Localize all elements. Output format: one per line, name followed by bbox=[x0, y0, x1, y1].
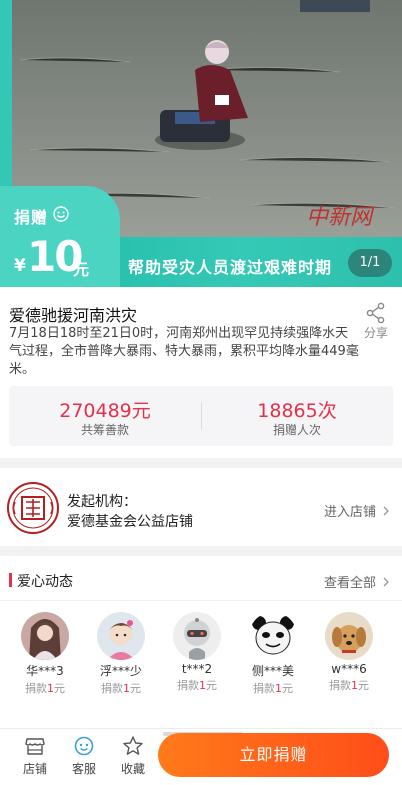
customer-service-icon bbox=[74, 736, 94, 756]
donor-amount: 捐款1元 bbox=[253, 682, 293, 695]
organizer-name: 爱德基金会公益店铺 bbox=[67, 514, 193, 530]
donors-label: 捐赠人次 bbox=[272, 423, 321, 437]
raised-label: 共筹善款 bbox=[80, 423, 129, 437]
donor-item[interactable]: 侧***美 捐款1元 bbox=[243, 612, 303, 696]
hero-banner[interactable]: 中新网 捐赠 ¥ 10 元 帮助受灾人员渡过艰难时期 1/1 bbox=[0, 0, 402, 287]
chevron-right-icon bbox=[383, 506, 390, 516]
share-label: 分享 bbox=[363, 326, 388, 340]
tab-shop[interactable]: 店铺 bbox=[15, 735, 55, 777]
donors-value: 18865次 bbox=[257, 400, 337, 422]
enter-shop-link[interactable]: 进入店铺 bbox=[324, 501, 390, 520]
smile-icon bbox=[53, 206, 69, 222]
donate-now-button[interactable]: 立即捐赠 bbox=[158, 733, 389, 777]
donor-name: w***6 bbox=[331, 662, 367, 676]
section-gap bbox=[0, 458, 402, 468]
donor-name: 浮***少 bbox=[99, 664, 142, 678]
tab-favorite[interactable]: 收藏 bbox=[113, 735, 153, 777]
amount-currency: ¥ bbox=[14, 256, 26, 276]
donor-item[interactable]: t***2 捐款1元 bbox=[167, 612, 227, 693]
hero-slogan: 帮助受灾人员渡过艰难时期 bbox=[128, 258, 333, 277]
chevron-right-icon bbox=[383, 577, 390, 587]
shop-label: 店铺 bbox=[22, 762, 47, 776]
donor-name: 侧***美 bbox=[251, 664, 294, 678]
star-icon bbox=[123, 736, 143, 755]
enter-shop-label: 进入店铺 bbox=[324, 505, 377, 520]
share-button[interactable]: 分享 bbox=[358, 302, 394, 342]
page-indicator: 1/1 bbox=[348, 249, 392, 277]
watermark-logo: 中新网 bbox=[306, 205, 375, 230]
raised-value: 270489元 bbox=[59, 400, 151, 422]
amount-unit: 元 bbox=[73, 260, 90, 279]
project-description: 7月18日18时至21日0时，河南郑州出现罕见持续强降水天气过程，全市普降大暴雨… bbox=[9, 326, 359, 377]
favorite-label: 收藏 bbox=[120, 762, 145, 776]
view-all-link[interactable]: 查看全部 bbox=[324, 572, 390, 591]
project-title: 爱德驰援河南洪灾 bbox=[9, 306, 138, 325]
avatar bbox=[325, 612, 373, 660]
raised-stat: 270489元 共筹善款 bbox=[9, 386, 201, 446]
svg-text:中新网: 中新网 bbox=[306, 205, 375, 230]
donor-amount: 捐款1元 bbox=[25, 682, 65, 695]
organizer-label: 发起机构： bbox=[67, 494, 137, 510]
tab-service[interactable]: 客服 bbox=[64, 735, 104, 777]
amity-seal-icon bbox=[7, 482, 59, 534]
feed-title: 爱心动态 bbox=[17, 574, 73, 590]
avatar bbox=[97, 612, 145, 660]
share-icon bbox=[366, 302, 385, 324]
service-label: 客服 bbox=[71, 762, 96, 776]
view-all-label: 查看全部 bbox=[324, 576, 377, 591]
donate-label: 捐赠 bbox=[14, 208, 49, 227]
donor-item[interactable]: w***6 捐款1元 bbox=[319, 612, 379, 693]
feed-divider bbox=[0, 600, 402, 601]
section-marker bbox=[9, 573, 12, 587]
donors-stat: 18865次 捐赠人次 bbox=[201, 386, 393, 446]
section-gap bbox=[0, 546, 402, 556]
donor-name: t***2 bbox=[181, 662, 213, 676]
donor-amount: 捐款1元 bbox=[101, 682, 141, 695]
donor-name: 华***3 bbox=[26, 664, 64, 678]
donor-amount: 捐款1元 bbox=[177, 679, 217, 692]
avatar bbox=[21, 612, 69, 660]
avatar bbox=[249, 612, 297, 660]
donor-item[interactable]: 华***3 捐款1元 bbox=[15, 612, 75, 696]
donor-amount: 捐款1元 bbox=[329, 679, 369, 692]
donor-item[interactable]: 浮***少 捐款1元 bbox=[91, 612, 151, 696]
shop-icon bbox=[25, 738, 45, 755]
stats-panel: 270489元 共筹善款 18865次 捐赠人次 bbox=[9, 386, 393, 446]
avatar bbox=[173, 612, 221, 660]
